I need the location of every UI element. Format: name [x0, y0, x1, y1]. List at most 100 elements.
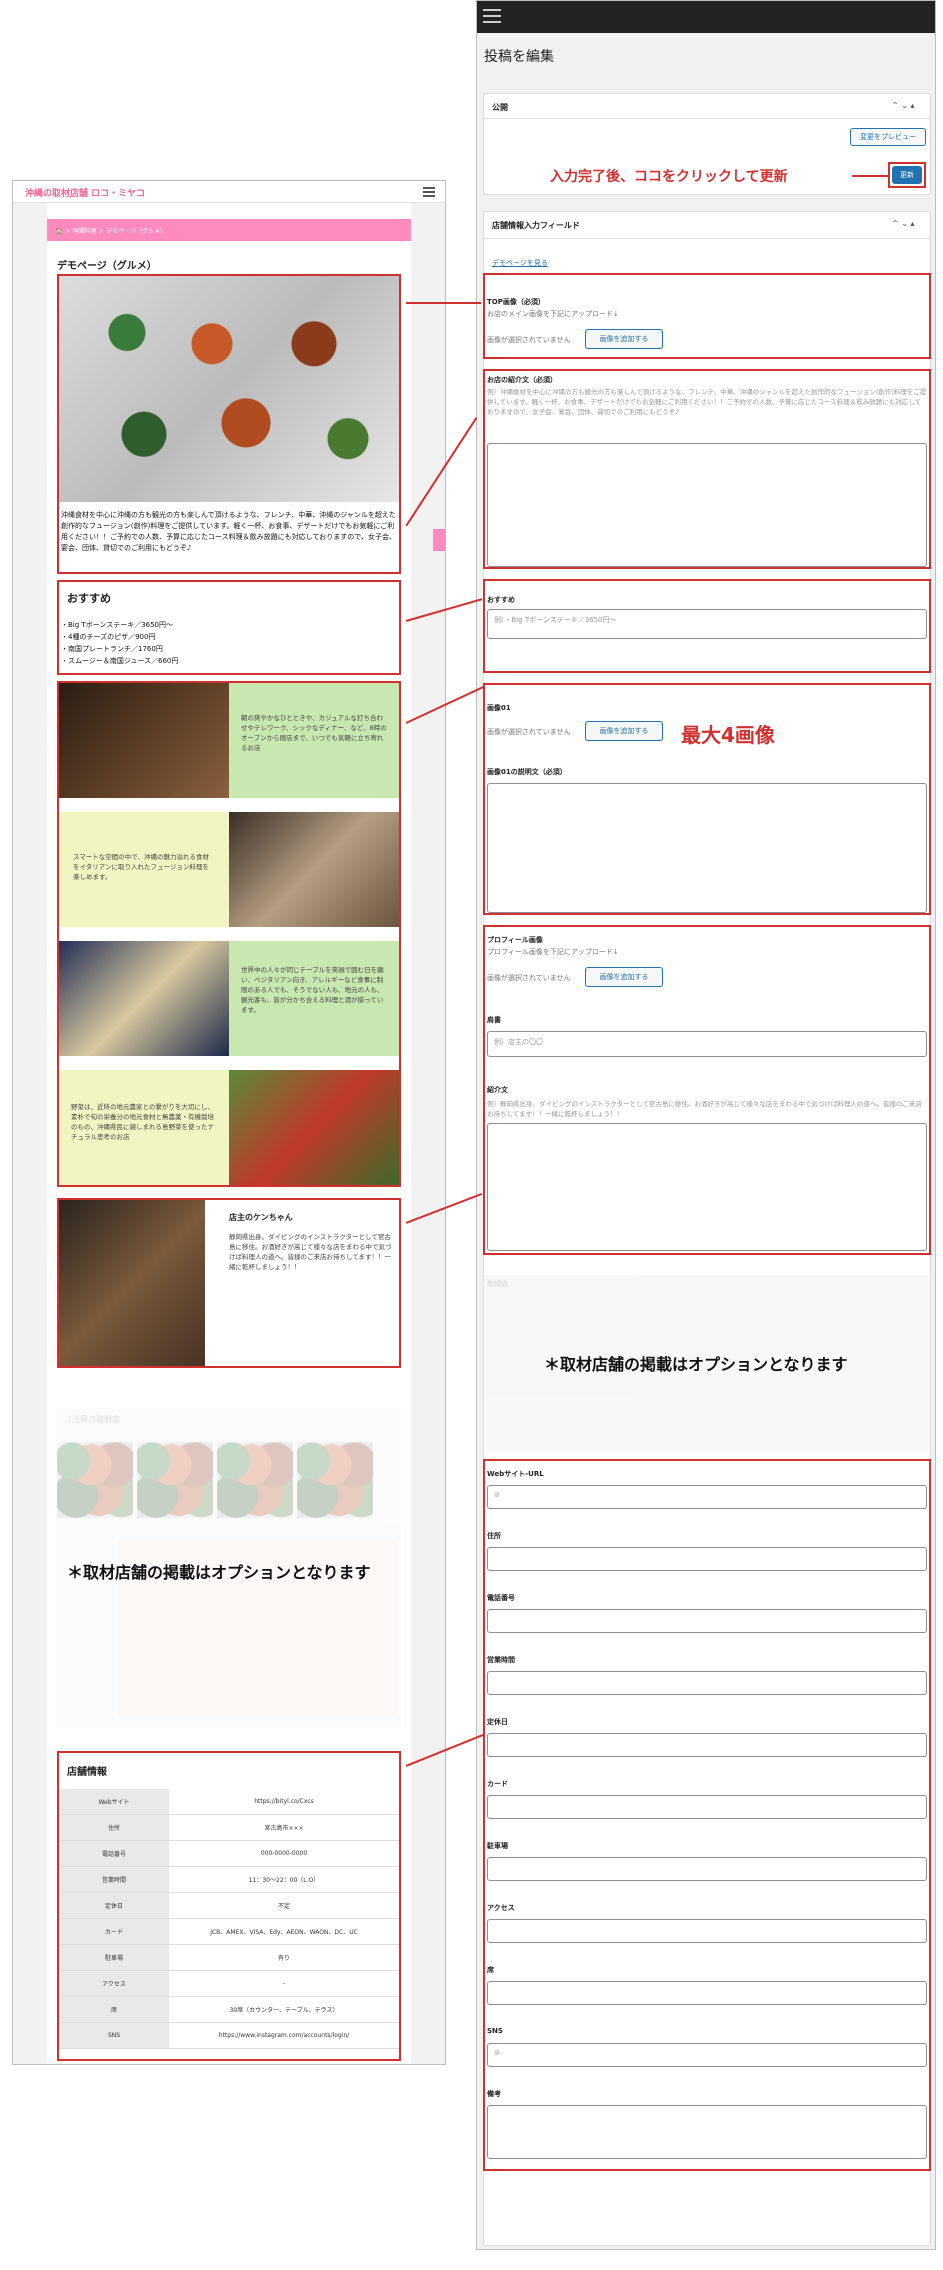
table-key: アクセス — [59, 1971, 169, 1996]
featured-title: ♪注目の取材店 — [67, 1415, 121, 1424]
role-label: 肩書 — [487, 1016, 501, 1024]
publish-panel: 公開 ⌃ ⌄ ▴ 変更をプレビュー 入力完了後、ココをクリックして更新 — [483, 93, 931, 195]
table-row: 定休日 不定 — [59, 1893, 399, 1919]
table-row: 住所 宮古島市××× — [59, 1815, 399, 1841]
field-input[interactable] — [487, 1733, 927, 1757]
profile-image-label: プロフィール画像 — [487, 936, 543, 944]
restaurant-photo — [59, 683, 229, 798]
field-input[interactable] — [487, 1919, 927, 1943]
table-key: 席 — [59, 1997, 169, 2022]
recommend-field: おすすめ 例）・Big Tボーンステーキ／3650円～ — [483, 579, 931, 673]
panel-toggle-icon[interactable]: ⌃ ⌄ ▴ — [892, 101, 915, 110]
featured-photo — [217, 1442, 293, 1518]
no-image-text: 画像が選択されていません — [487, 336, 571, 344]
update-button[interactable]: 更新 — [892, 166, 922, 184]
recommend-textarea[interactable]: 例）・Big Tボーンステーキ／3650円～ — [487, 609, 927, 639]
field-label: 定休日 — [487, 1718, 508, 1726]
field-input[interactable] — [487, 1857, 927, 1881]
field-label: 営業時間 — [487, 1656, 515, 1664]
recommend-title: おすすめ — [67, 592, 111, 605]
intro-text: 沖縄食材を中心に沖縄の方も観光の方も楽しんで頂けるような、フレンチ、中華、沖縄の… — [61, 511, 396, 552]
shop-info-table: Webサイト https://bityl.co/Cxcs 住所 宮古島市××× 電話番号… — [59, 1789, 399, 2049]
gallery-text: 朝の爽やかなひとときや、カジュアルな打ち合わせやテレワーク、シックなディナー、な… — [229, 683, 399, 798]
max-images-note: 最大4画像 — [681, 723, 775, 747]
publish-panel-title[interactable]: 公開 — [492, 102, 508, 113]
gallery-text: 世界中の人々が同じテーブルを笑顔で囲む日を願い、ベジタリアン向き、アレルギーなど… — [229, 941, 399, 1056]
field-input[interactable] — [487, 2105, 927, 2159]
vegetable-photo — [229, 1070, 399, 1185]
side-tab[interactable] — [433, 529, 445, 551]
demo-page-link[interactable]: デモページを見る — [492, 258, 548, 268]
table-key: Webサイト — [59, 1789, 169, 1814]
table-value: 不定 — [169, 1893, 399, 1918]
intro-textarea[interactable] — [487, 443, 927, 567]
field-label: 電話番号 — [487, 1594, 515, 1602]
featured-photo — [137, 1442, 213, 1518]
intro-field: お店の紹介文（必須） 例）沖縄食材を中心に沖縄の方も観光の方も楽しんで頂けるよう… — [483, 369, 931, 569]
top-image-hint: お店のメイン画像を下記にアップロード↓ — [487, 310, 619, 318]
table-key: 駐車場 — [59, 1945, 169, 1970]
intro-label: お店の紹介文（必須） — [487, 376, 557, 384]
add-image-button[interactable]: 画像を追加する — [585, 721, 663, 741]
post-editor: 投稿を編集 公開 ⌃ ⌄ ▴ 変更をプレビュー 入力完了後、ココをクリックして更… — [476, 0, 936, 2250]
table-row: Webサイト https://bityl.co/Cxcs — [59, 1789, 399, 1815]
preview-changes-button[interactable]: 変更をプレビュー — [850, 128, 926, 146]
breadcrumb[interactable]: 🏠 ＞ 沖縄料理 ＞ デモページ（グルメ） — [47, 219, 411, 241]
bio-sample: 例）静岡県出身。ダイビングのインストラクターとして宮古島に移住。お酒好きが高じて… — [487, 1100, 922, 1118]
top-food-image — [59, 276, 399, 502]
panel-toggle-icon[interactable]: ⌃ ⌄ ▴ — [892, 219, 915, 228]
featured-photo — [57, 1442, 133, 1518]
no-image-text: 画像が選択されていません — [487, 974, 571, 982]
table-key: カード — [59, 1919, 169, 1944]
add-image-button[interactable]: 画像を追加する — [585, 329, 663, 349]
table-key: 電話番号 — [59, 1841, 169, 1866]
field-label: 駐車場 — [487, 1842, 508, 1850]
add-image-button[interactable]: 画像を追加する — [585, 967, 663, 987]
field-input[interactable] — [487, 1547, 927, 1571]
gallery-section: 朝の爽やかなひとときや、カジュアルな打ち合わせやテレワーク、シックなディナー、な… — [57, 681, 401, 1187]
menu-icon[interactable] — [483, 9, 501, 23]
fields-panel-title[interactable]: 店舗情報入力フィールド — [492, 220, 580, 231]
editor-title: 投稿を編集 — [484, 49, 554, 65]
profile-image-hint: プロフィール画像を下記にアップロード↓ — [487, 948, 619, 956]
option-note: ＊取材店舗の掲載はオプションとなります — [544, 1355, 848, 1374]
gallery-text: スマートな空間の中で、沖縄の魅力溢れる食材をイタリアンに取り入れたフュージョン料… — [59, 812, 229, 927]
site-header: 沖縄の取材店舗 ロコ・ミヤコ — [13, 181, 445, 203]
admin-bar — [477, 1, 935, 33]
field-input[interactable] — [487, 1609, 927, 1633]
bio-textarea[interactable] — [487, 1123, 927, 1251]
table-key: 営業時間 — [59, 1867, 169, 1892]
field-input[interactable]: ⊘ — [487, 1485, 927, 1509]
featured-label: 取材店 — [487, 1280, 508, 1288]
field-input[interactable] — [487, 1795, 927, 1819]
field-input[interactable]: ⊘ — [487, 2043, 927, 2067]
image01-field: 画像01 画像が選択されていません 画像を追加する 最大4画像 画像01の説明文… — [483, 683, 931, 915]
recommend-item: ・スムージー＆南国ジュース／660円 — [61, 657, 179, 665]
table-row: カード JCB、AMEX、VISA、Edy、AEON、WAON、DC、UC — [59, 1919, 399, 1945]
restaurant-photo — [229, 812, 399, 927]
table-row: SNS https://www.instagram.com/accounts/lo… — [59, 2023, 399, 2049]
field-label: 席 — [487, 1966, 494, 1974]
recommend-section: おすすめ ・Big Tボーンステーキ／3650円～ ・4種のチーズのピザ／900… — [57, 580, 401, 675]
field-input[interactable] — [487, 1671, 927, 1695]
table-value: 有り — [169, 1945, 399, 1970]
hamburger-menu-icon[interactable] — [423, 187, 435, 197]
role-input[interactable]: 例）店主の〇〇 — [487, 1031, 927, 1057]
table-key: SNS — [59, 2023, 169, 2048]
site-logo[interactable]: 沖縄の取材店舗 ロコ・ミヤコ — [25, 186, 145, 199]
field-input[interactable] — [487, 1981, 927, 2005]
image01-desc-textarea[interactable] — [487, 783, 927, 913]
table-row: 駐車場 有り — [59, 1945, 399, 1971]
bio-label: 紹介文 — [487, 1086, 508, 1094]
intro-sample: 例）沖縄食材を中心に沖縄の方も観光の方も楽しんで頂けるような、フレンチ、中華、沖… — [487, 388, 927, 416]
image01-desc-label: 画像01の説明文（必須） — [487, 768, 567, 776]
field-label: 備考 — [487, 2090, 501, 2098]
table-value: 000-0000-0000 — [169, 1841, 399, 1866]
connector-line — [406, 302, 481, 304]
no-image-text: 画像が選択されていません — [487, 728, 571, 736]
table-row: 電話番号 000-0000-0000 — [59, 1841, 399, 1867]
shop-info-title: 店舗情報 — [67, 1767, 107, 1778]
recommend-item: ・4種のチーズのピザ／900円 — [61, 633, 156, 641]
owner-photo — [59, 1200, 205, 1366]
table-key: 定休日 — [59, 1893, 169, 1918]
